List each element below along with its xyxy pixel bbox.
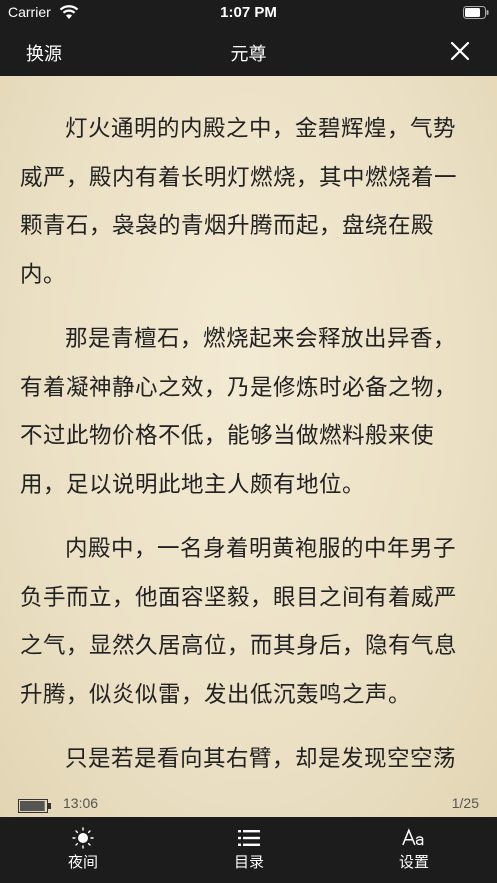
- bottom-toolbar: 夜间 目录 设置: [0, 817, 497, 883]
- list-icon: [238, 830, 260, 846]
- status-time: 1:07 PM: [220, 4, 277, 21]
- reader-clock: 13:06: [63, 795, 99, 811]
- tab-label: 夜间: [67, 853, 98, 871]
- sun-icon: [72, 827, 94, 849]
- reader-page[interactable]: 灯火通明的内殿之中，金碧辉煌，气势威严，殿内有着长明灯燃烧，其中燃烧着一颗青石，…: [0, 76, 497, 817]
- nav-bar: 换源 元尊: [0, 26, 497, 76]
- paragraph: 那是青檀石，燃烧起来会释放出异香，有着凝神静心之效，乃是修炼时必备之物，不过此物…: [20, 326, 458, 498]
- battery-icon: [463, 6, 489, 19]
- reader-battery-icon: [18, 799, 51, 813]
- night-mode-button[interactable]: 夜间: [0, 817, 166, 883]
- page-indicator: 1/25: [451, 795, 479, 811]
- close-icon[interactable]: [449, 40, 471, 62]
- chapter-content: 灯火通明的内殿之中，金碧辉煌，气势威严，殿内有着长明灯燃烧，其中燃烧着一颗青石，…: [0, 105, 497, 784]
- paragraph: 内殿中，一名身着明黄袍服的中年男子负手而立，他面容坚毅，眼目之间有着威严之气，显…: [20, 536, 458, 708]
- catalog-button[interactable]: 目录: [166, 817, 332, 883]
- page-title: 元尊: [230, 44, 267, 65]
- status-bar: Carrier 1:07 PM: [0, 0, 497, 26]
- settings-button[interactable]: 设置: [331, 817, 497, 883]
- tab-label: 设置: [398, 853, 429, 871]
- paragraph: 灯火通明的内殿之中，金碧辉煌，气势威严，殿内有着长明灯燃烧，其中燃烧着一颗青石，…: [20, 116, 458, 288]
- font-settings-icon: [402, 828, 424, 846]
- paragraph: 只是若是看向其右臂，却是发现空空荡: [65, 746, 457, 772]
- tab-label: 目录: [233, 853, 264, 871]
- reader-footer: 13:06 1/25: [0, 793, 497, 817]
